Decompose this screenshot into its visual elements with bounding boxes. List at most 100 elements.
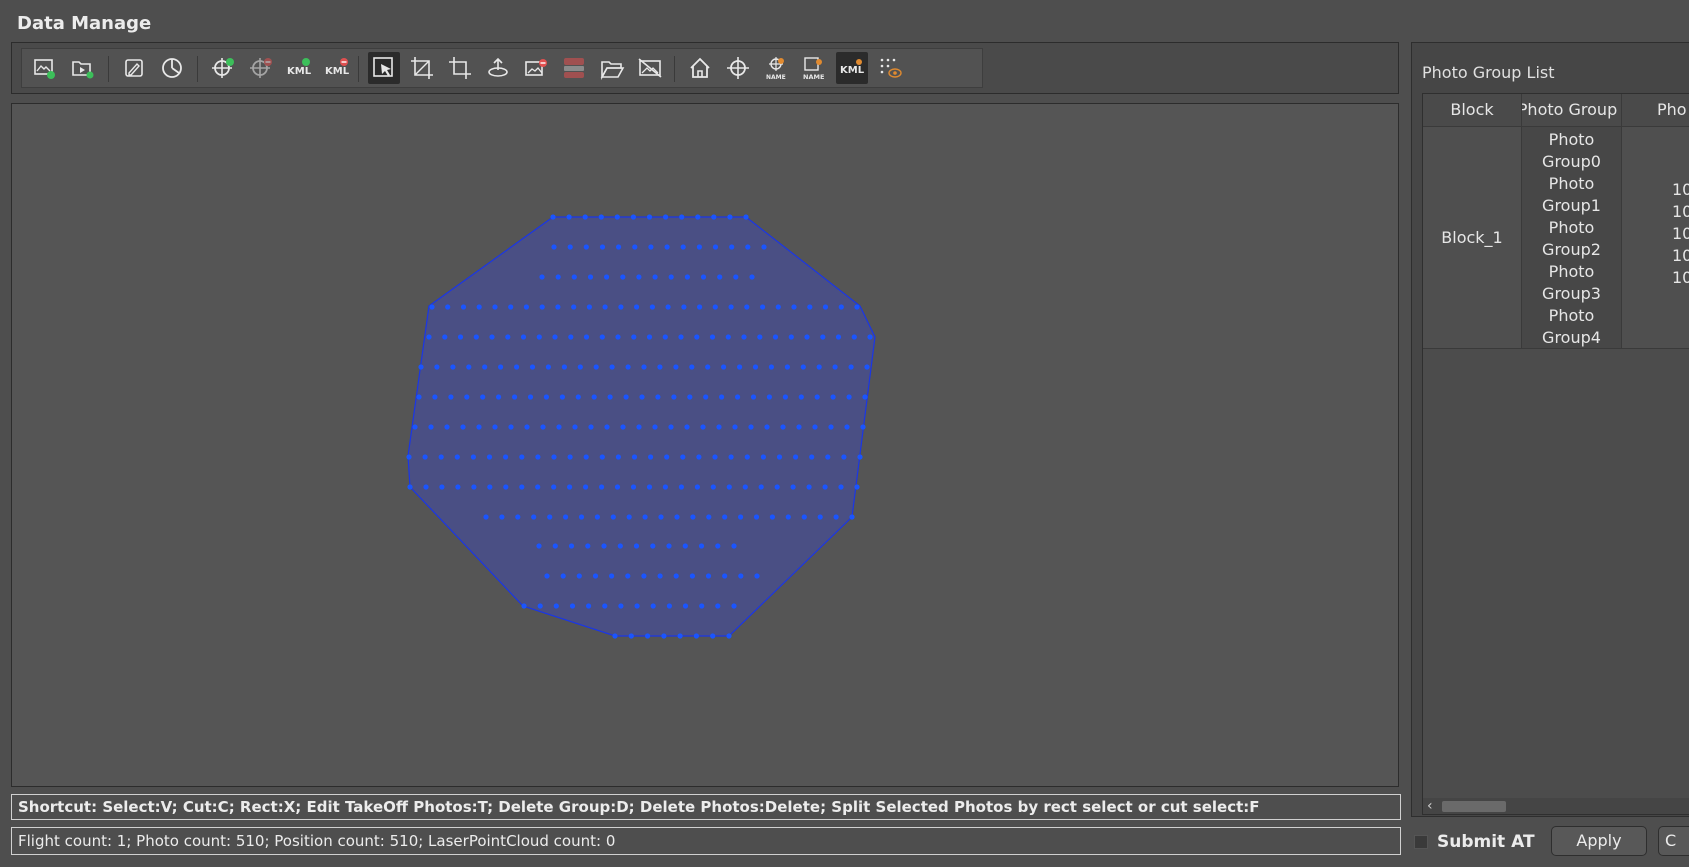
photo-position-point[interactable] <box>664 244 670 250</box>
photo-position-point[interactable] <box>728 304 734 310</box>
split-group-button[interactable] <box>558 52 590 84</box>
photo-position-point[interactable] <box>680 244 686 250</box>
photo-position-point[interactable] <box>620 274 626 280</box>
photo-position-point[interactable] <box>709 334 716 340</box>
photo-position-point[interactable] <box>711 214 717 220</box>
photo-position-point[interactable] <box>681 304 687 310</box>
photo-position-point[interactable] <box>460 304 467 310</box>
photo-position-point[interactable] <box>529 364 536 370</box>
photo-position-point[interactable] <box>616 244 622 250</box>
photo-position-point[interactable] <box>556 424 562 430</box>
photo-position-point[interactable] <box>601 543 607 549</box>
photo-position-point[interactable] <box>725 334 731 340</box>
apply-button[interactable]: Apply <box>1551 826 1647 856</box>
photo-position-point[interactable] <box>729 244 735 250</box>
photo-position-point[interactable] <box>703 394 709 400</box>
photo-position-point[interactable] <box>503 454 509 460</box>
photo-position-point[interactable] <box>614 484 621 490</box>
photo-position-point[interactable] <box>753 514 760 520</box>
scrollbar-thumb[interactable] <box>1442 801 1506 812</box>
photo-group-table[interactable]: Block Photo Group Pho Block_1 Photo Grou… <box>1422 93 1689 815</box>
photo-position-point[interactable] <box>641 364 647 370</box>
crosshair-button[interactable] <box>722 52 754 84</box>
photo-position-point[interactable] <box>547 514 553 520</box>
photo-position-point[interactable] <box>455 484 461 490</box>
photo-position-point[interactable] <box>710 633 716 639</box>
photo-position-point[interactable] <box>545 364 552 370</box>
photo-position-point[interactable] <box>552 543 558 549</box>
photo-position-point[interactable] <box>602 304 608 310</box>
photo-position-point[interactable] <box>698 543 705 549</box>
photo-position-point[interactable] <box>615 334 621 340</box>
photo-position-point[interactable] <box>583 244 589 250</box>
photo-position-point[interactable] <box>721 364 727 370</box>
photo-position-point[interactable] <box>499 514 505 520</box>
photo-position-point[interactable] <box>519 454 525 460</box>
photo-position-point[interactable] <box>630 214 637 220</box>
photo-position-point[interactable] <box>650 543 656 549</box>
photo-position-point[interactable] <box>664 454 670 460</box>
photo-position-point[interactable] <box>682 543 688 549</box>
takeoff-button[interactable] <box>482 52 514 84</box>
photo-position-point[interactable] <box>696 454 702 460</box>
photo-position-point[interactable] <box>620 424 626 430</box>
photo-position-point[interactable] <box>633 543 640 549</box>
photo-position-point[interactable] <box>480 394 486 400</box>
photo-position-point[interactable] <box>710 484 716 490</box>
photo-position-point[interactable] <box>796 424 802 430</box>
horizontal-scrollbar[interactable]: ‹ <box>1423 798 1689 814</box>
photo-map-canvas[interactable] <box>11 103 1399 787</box>
photo-position-point[interactable] <box>439 484 445 490</box>
photo-position-point[interactable] <box>623 394 629 400</box>
photo-position-point[interactable] <box>731 603 737 609</box>
column-header-block[interactable]: Block <box>1423 94 1522 126</box>
photo-position-point[interactable] <box>655 394 661 400</box>
photo-position-point[interactable] <box>577 364 583 370</box>
photo-position-point[interactable] <box>519 484 525 490</box>
show-gcp-name-button[interactable]: NAME <box>760 52 792 84</box>
photo-position-point[interactable] <box>774 484 780 490</box>
photo-position-point[interactable] <box>604 274 610 280</box>
photo-position-point[interactable] <box>800 364 806 370</box>
photo-position-point[interactable] <box>838 304 844 310</box>
photo-position-point[interactable] <box>694 484 701 490</box>
photo-position-point[interactable] <box>536 334 542 340</box>
photo-position-point[interactable] <box>636 424 642 430</box>
photo-position-point[interactable] <box>617 543 623 549</box>
photo-position-point[interactable] <box>569 603 576 609</box>
photo-position-point[interactable] <box>618 304 624 310</box>
open-folder-button[interactable] <box>596 52 628 84</box>
import-video-button[interactable] <box>66 52 98 84</box>
photo-position-point[interactable] <box>540 424 546 430</box>
photo-position-point[interactable] <box>559 394 566 400</box>
photo-position-point[interactable] <box>434 364 440 370</box>
photo-position-point[interactable] <box>677 633 683 639</box>
photo-position-point[interactable] <box>738 514 744 520</box>
photo-position-point[interactable] <box>645 633 651 639</box>
photo-position-point[interactable] <box>673 573 679 579</box>
photo-position-point[interactable] <box>648 454 654 460</box>
photo-position-point[interactable] <box>652 424 658 430</box>
photo-position-point[interactable] <box>684 274 691 280</box>
photo-position-point[interactable] <box>671 394 677 400</box>
photo-position-point[interactable] <box>503 484 509 490</box>
photo-position-point[interactable] <box>761 244 767 250</box>
photo-position-point[interactable] <box>668 424 674 430</box>
photo-position-point[interactable] <box>867 334 873 340</box>
photo-position-point[interactable] <box>745 244 751 250</box>
photo-position-point[interactable] <box>586 603 592 609</box>
photo-position-point[interactable] <box>476 304 482 310</box>
photo-position-point[interactable] <box>628 633 634 639</box>
select-cursor-button[interactable] <box>368 52 400 84</box>
photo-position-point[interactable] <box>782 394 789 400</box>
remove-kml-button[interactable]: KML <box>321 52 353 84</box>
photo-position-point[interactable] <box>743 214 749 220</box>
photo-position-point[interactable] <box>838 484 844 490</box>
photo-position-point[interactable] <box>630 484 637 490</box>
photo-position-point[interactable] <box>717 274 723 280</box>
home-button[interactable] <box>684 52 716 84</box>
photo-position-point[interactable] <box>695 214 701 220</box>
photo-position-point[interactable] <box>684 424 690 430</box>
photo-position-point[interactable] <box>649 304 656 310</box>
show-kml-button[interactable]: KML <box>836 52 868 84</box>
